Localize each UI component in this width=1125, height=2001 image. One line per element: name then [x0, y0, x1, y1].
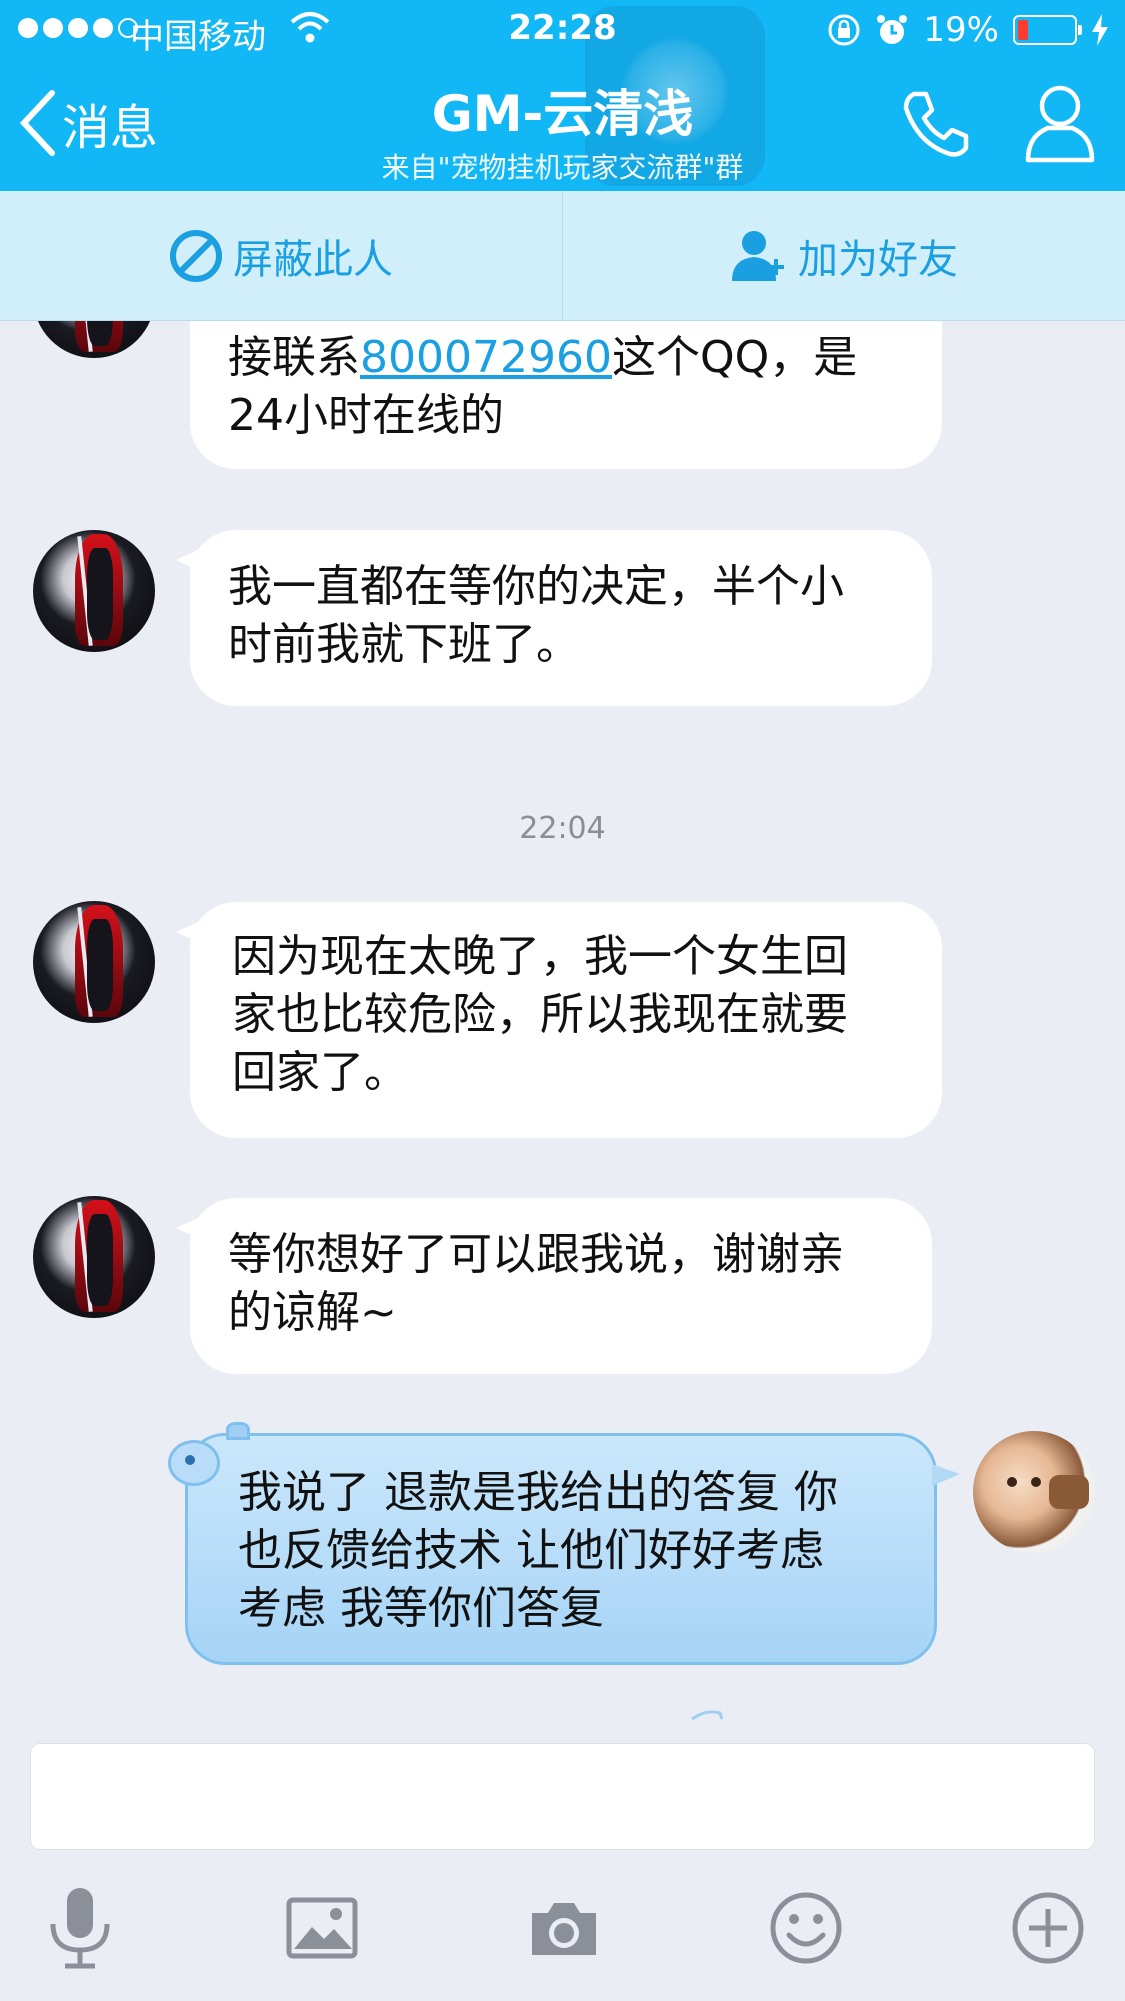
header: 中国移动 22:28 19% 消息 GM-云清浅 来自"宠物挂机玩家交流群"群	[0, 0, 1125, 191]
alarm-icon	[877, 15, 908, 44]
qq-number-link[interactable]: 800072960	[360, 332, 612, 383]
message-text-line: 因为现在太晚了，我一个女生回	[232, 931, 848, 982]
camera-button[interactable]	[522, 1886, 606, 1970]
block-user-button[interactable]: 屏蔽此人	[0, 191, 563, 320]
nav-bar: 消息 GM-云清浅 来自"宠物挂机玩家交流群"群	[0, 60, 1125, 191]
charging-icon	[1092, 14, 1108, 46]
battery-icon	[1013, 15, 1082, 45]
stranger-action-bar: 屏蔽此人 加为好友	[0, 191, 1125, 321]
image-icon	[286, 1897, 358, 1959]
bubble-decoration	[168, 1440, 220, 1486]
message-text-line: 回家了。	[232, 1047, 408, 1098]
bubble-decoration-horn	[226, 1422, 250, 1440]
message-bubble[interactable]: 等你想好了可以跟我说，谢谢亲 的谅解~	[176, 1198, 932, 1374]
block-user-label: 屏蔽此人	[233, 236, 393, 283]
add-friend-label: 加为好友	[798, 236, 958, 283]
message-text-line: 时前我就下班了。	[228, 619, 580, 670]
plus-icon	[1012, 1892, 1084, 1964]
microphone-button[interactable]	[38, 1886, 122, 1970]
partial-bubble-decoration	[691, 1710, 724, 1721]
add-friend-icon	[732, 230, 784, 281]
message-text-line: 24小时在线的	[228, 390, 504, 441]
my-message-bubble[interactable]: 我说了 退款是我给出的答复 你 也反馈给技术 让他们好好考虑 考虑 我等你们答复	[168, 1422, 960, 1665]
chat-screen: 中国移动 22:28 19% 消息 GM-云清浅 来自"宠物挂机玩家交流群"群 …	[0, 0, 1125, 2001]
message-list[interactable]: 接联系800072960这个QQ，是 24小时在线的 我一直都在等你的决定，半个…	[0, 321, 1125, 1721]
contact-avatar[interactable]	[33, 901, 155, 1023]
message-text-line: 家也比较危险，所以我现在就要	[232, 989, 848, 1040]
message-text-line: 也反馈给技术 让他们好好考虑	[238, 1525, 824, 1576]
camera-icon	[532, 1903, 596, 1955]
more-button[interactable]	[1006, 1886, 1090, 1970]
message-text-line: 等你想好了可以跟我说，谢谢亲	[228, 1229, 844, 1280]
my-avatar[interactable]	[973, 1431, 1095, 1553]
phone-icon[interactable]	[900, 88, 972, 160]
rotation-lock-icon	[828, 14, 860, 46]
contact-avatar[interactable]	[33, 1196, 155, 1318]
message-text-line: 我一直都在等你的决定，半个小	[228, 561, 844, 612]
contact-avatar[interactable]	[33, 530, 155, 652]
message-bubble[interactable]: 接联系800072960这个QQ，是 24小时在线的	[190, 321, 942, 469]
image-button[interactable]	[280, 1886, 364, 1970]
emoji-button[interactable]	[764, 1886, 848, 1970]
message-text-line: 接联系800072960这个QQ，是	[228, 332, 858, 383]
message-bubble[interactable]: 我一直都在等你的决定，半个小 时前我就下班了。	[176, 530, 932, 706]
contact-avatar[interactable]	[33, 321, 155, 358]
microphone-icon	[50, 1888, 110, 1969]
add-friend-button[interactable]: 加为好友	[563, 191, 1125, 320]
message-text-line: 我说了 退款是我给出的答复 你	[238, 1467, 838, 1518]
block-icon	[170, 229, 222, 282]
status-bar: 中国移动 22:28 19%	[0, 0, 1125, 60]
battery-percent: 19%	[923, 10, 999, 50]
profile-icon[interactable]	[1024, 80, 1096, 164]
message-input[interactable]	[30, 1743, 1095, 1850]
message-text-line: 的谅解~	[228, 1287, 397, 1338]
emoji-icon	[770, 1892, 842, 1964]
timestamp: 22:04	[519, 811, 606, 846]
message-bubble[interactable]: 因为现在太晚了，我一个女生回 家也比较危险，所以我现在就要 回家了。	[176, 902, 942, 1138]
message-text-line: 考虑 我等你们答复	[238, 1583, 604, 1634]
input-toolbar	[0, 1880, 1125, 1980]
